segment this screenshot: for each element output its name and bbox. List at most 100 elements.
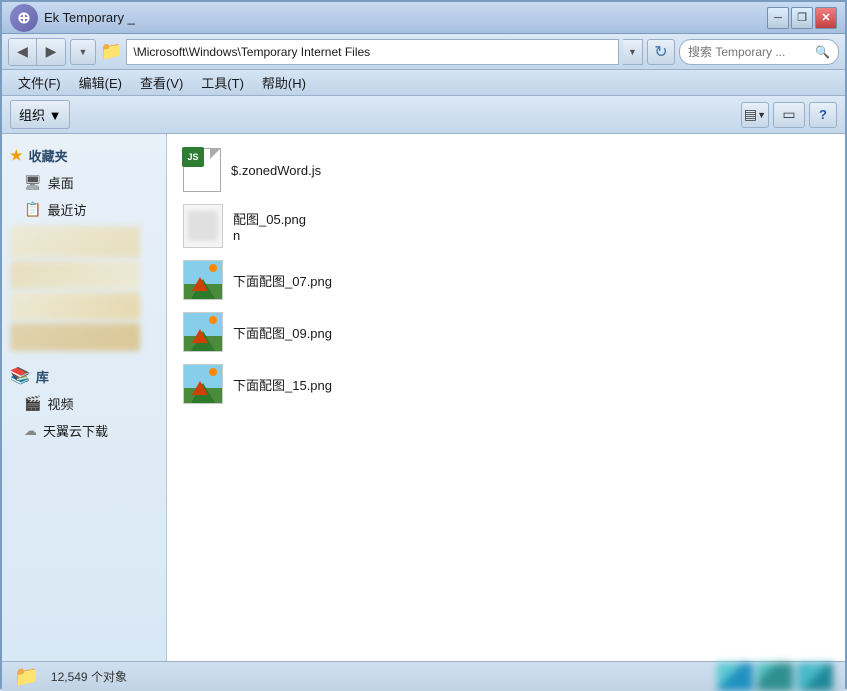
video-icon: 🎬: [24, 395, 41, 412]
mountain-orange-2: [192, 329, 208, 343]
view-pane-button[interactable]: ▭: [773, 102, 805, 128]
mountain-orange: [192, 277, 208, 291]
status-bar: 📁 12,549 个对象: [2, 661, 845, 691]
view-icons: ▤ ▼ ▭ ?: [741, 102, 837, 128]
status-blurred-area: [717, 663, 833, 691]
forward-button[interactable]: ▶: [37, 39, 65, 65]
toolbar: 组织 ▼ ▤ ▼ ▭ ?: [2, 96, 845, 134]
help-button[interactable]: ?: [809, 102, 837, 128]
view-details-icon: ▤: [744, 106, 757, 123]
address-dropdown-button[interactable]: ▼: [623, 39, 643, 65]
download-label: 天翼云下载: [43, 421, 108, 440]
sidebar-blurred-item-1: [10, 226, 140, 258]
help-icon: ?: [819, 107, 827, 122]
status-folder-icon: 📁: [14, 664, 39, 689]
file-name-png05: 配图_05.png n: [233, 209, 306, 243]
download-icon: ☁: [24, 423, 37, 439]
file-name-js: $.zonedWord.js: [231, 163, 321, 178]
organize-button[interactable]: 组织 ▼: [10, 100, 70, 129]
library-label: 库: [36, 367, 49, 386]
js-file-icon: JS: [183, 148, 221, 192]
sidebar-separator: [2, 354, 166, 362]
menu-file[interactable]: 文件(F): [10, 70, 69, 95]
png09-icon: [183, 312, 223, 352]
library-icon: 📚: [10, 366, 30, 386]
search-icon: 🔍: [815, 45, 830, 59]
search-input[interactable]: [688, 45, 811, 59]
address-path-text: \Microsoft\Windows\Temporary Internet Fi…: [133, 45, 370, 59]
favorites-section[interactable]: ★ 收藏夹: [2, 142, 166, 169]
sidebar-blurred-item-3: [10, 292, 140, 320]
file-list: JS $.zonedWord.js 配图_05.png n 下面配图_07.pn…: [167, 134, 845, 661]
view-dropdown-icon: ▼: [757, 110, 766, 120]
view-pane-icon: ▭: [782, 106, 795, 123]
file-name-png15: 下面配图_15.png: [233, 375, 332, 394]
sidebar-item-download[interactable]: ☁ 天翼云下载: [2, 417, 166, 444]
window-icon: ⊕: [10, 4, 38, 32]
file-item-png15[interactable]: 下面配图_15.png: [175, 358, 837, 410]
file-item-js[interactable]: JS $.zonedWord.js: [175, 142, 837, 198]
close-button[interactable]: ✕: [815, 7, 837, 29]
video-label: 视频: [47, 394, 73, 413]
star-icon: ★: [10, 147, 23, 164]
refresh-icon: ↻: [654, 42, 667, 62]
back-button[interactable]: ◀: [9, 39, 37, 65]
png07-preview: [184, 261, 222, 299]
sun-icon: [209, 264, 217, 272]
png05-icon: [183, 204, 223, 248]
status-count: 12,549 个对象: [51, 668, 127, 685]
address-bar: ◀ ▶ ▼ 📁 \Microsoft\Windows\Temporary Int…: [2, 34, 845, 70]
restore-button[interactable]: ❐: [791, 7, 813, 29]
title-bar-left: ⊕ Ek Temporary _: [10, 4, 135, 32]
desktop-icon: 🖥: [24, 174, 42, 191]
sidebar-item-video[interactable]: 🎬 视频: [2, 390, 166, 417]
desktop-label: 桌面: [48, 173, 74, 192]
status-icon-1: [717, 663, 753, 691]
mountain-orange-3: [192, 381, 208, 395]
recent-icon: 📋: [24, 201, 41, 218]
file-item-png07[interactable]: 下面配图_07.png: [175, 254, 837, 306]
window-controls: ─ ❐ ✕: [767, 7, 837, 29]
favorites-label: 收藏夹: [29, 146, 68, 165]
js-badge: JS: [182, 147, 204, 167]
menu-bar: 文件(F) 编辑(E) 查看(V) 工具(T) 帮助(H): [2, 70, 845, 96]
library-section[interactable]: 📚 库: [2, 362, 166, 390]
search-box: 🔍: [679, 39, 839, 65]
page-background: JS: [183, 148, 221, 192]
png05-preview: [188, 211, 218, 241]
file-name-png07: 下面配图_07.png: [233, 271, 332, 290]
main-area: ★ 收藏夹 🖥 桌面 📋 最近访 📚 库 🎬 视频 ☁ 天翼云下载: [2, 134, 845, 661]
refresh-button[interactable]: ↻: [647, 39, 675, 65]
folder-icon: 📁: [100, 41, 122, 62]
recent-label: 最近访: [47, 200, 86, 219]
sidebar: ★ 收藏夹 🖥 桌面 📋 最近访 📚 库 🎬 视频 ☁ 天翼云下载: [2, 134, 167, 661]
addr-dropdown-icon: ▼: [628, 47, 637, 57]
png15-icon: [183, 364, 223, 404]
sun-icon-2: [209, 316, 217, 324]
dropdown-icon: ▼: [79, 47, 88, 57]
sun-icon-3: [209, 368, 217, 376]
minimize-button[interactable]: ─: [767, 7, 789, 29]
file-item-png09[interactable]: 下面配图_09.png: [175, 306, 837, 358]
png09-preview: [184, 313, 222, 351]
menu-view[interactable]: 查看(V): [132, 70, 191, 95]
sidebar-blurred-item-2: [10, 261, 140, 289]
sidebar-item-recent[interactable]: 📋 最近访: [2, 196, 166, 223]
file-item-png05[interactable]: 配图_05.png n: [175, 198, 837, 254]
file-name-png09: 下面配图_09.png: [233, 323, 332, 342]
sidebar-blurred-item-4: [10, 323, 140, 351]
organize-label: 组织 ▼: [19, 105, 61, 124]
address-path-container[interactable]: \Microsoft\Windows\Temporary Internet Fi…: [126, 39, 619, 65]
window-title: Ek Temporary _: [44, 10, 135, 25]
png07-icon: [183, 260, 223, 300]
title-bar: ⊕ Ek Temporary _ ─ ❐ ✕: [2, 2, 845, 34]
dropdown-button[interactable]: ▼: [70, 39, 96, 65]
sidebar-item-desktop[interactable]: 🖥 桌面: [2, 169, 166, 196]
menu-tools[interactable]: 工具(T): [193, 70, 252, 95]
status-icon-2: [757, 663, 793, 691]
menu-edit[interactable]: 编辑(E): [71, 70, 130, 95]
menu-help[interactable]: 帮助(H): [254, 70, 314, 95]
status-right: [717, 663, 833, 691]
view-details-button[interactable]: ▤ ▼: [741, 102, 769, 128]
nav-buttons: ◀ ▶: [8, 38, 66, 66]
